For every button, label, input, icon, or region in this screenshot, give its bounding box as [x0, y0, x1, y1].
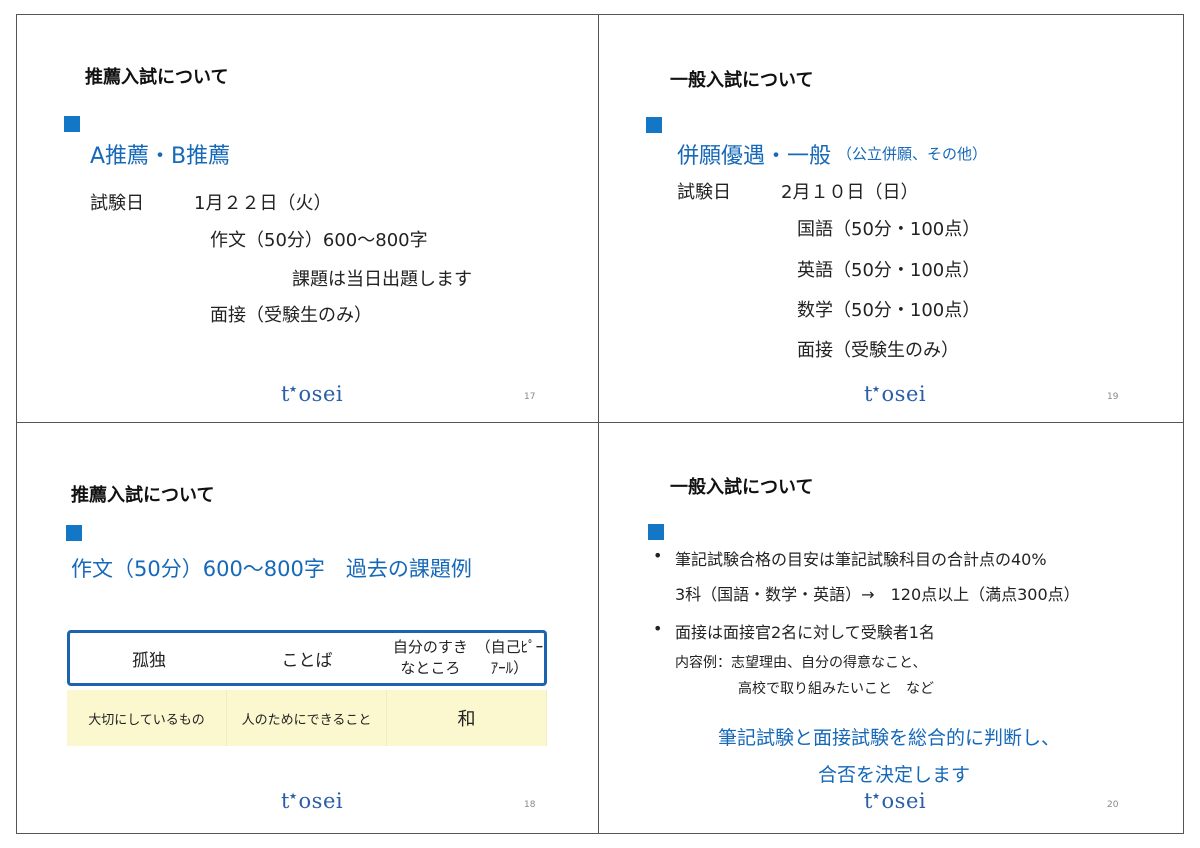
page-number: 17 [524, 392, 536, 402]
slide-20: 一般入試について • 筆記試験合格の目安は筆記試験科目の合計点の40% 3科（国… [599, 423, 1184, 834]
bullet-subtext: 3科（国語・数学・英語）→ 120点以上（満点300点） [675, 585, 1080, 604]
essay-note: 課題は当日出題します [292, 269, 472, 290]
tosei-logo: t★osei [281, 382, 344, 406]
topic-cell: ことば [281, 650, 333, 671]
subject-japanese: 国語（50分・100点） [797, 219, 981, 240]
exam-date-label: 試験日 [90, 193, 144, 214]
page-number: 19 [1107, 392, 1119, 402]
table-row: 大切にしているもの 人のためにできること 和 [67, 690, 547, 746]
content-example: 内容例：志望理由、自分の得意なこと、 [675, 655, 927, 671]
blue-square-marker [648, 524, 664, 540]
tosei-logo: t★osei [864, 382, 927, 406]
content-example-cont: 高校で取り組みたいこと など [738, 681, 934, 697]
bullet-text: 筆記試験合格の目安は筆記試験科目の合計点の40% [675, 550, 1047, 569]
bullet-dot: • [653, 619, 663, 638]
blue-square-marker [646, 117, 662, 133]
page-number: 18 [524, 800, 536, 810]
slide-heading: 作文（50分）600～800字 過去の課題例 [71, 557, 472, 581]
tosei-logo: t★osei [281, 789, 344, 813]
page-number: 20 [1107, 800, 1119, 810]
tosei-logo: t★osei [864, 789, 927, 813]
subject-english: 英語（50分・100点） [797, 260, 981, 281]
topic-cell-line: （自己ﾋﾟｰｱｰﾙ） [475, 638, 544, 677]
topic-cell: 人のためにできること [227, 690, 387, 746]
conclusion-line: 筆記試験と面接試験を総合的に判断し、 [718, 727, 1061, 749]
table-header-row: 孤独 ことば 自分のすきなところ （自己ﾋﾟｰｱｰﾙ） [67, 630, 547, 686]
topic-cell: 孤独 [132, 650, 166, 671]
subject-math: 数学（50分・100点） [797, 300, 981, 321]
slide-heading-sub: （公立併願、その他） [837, 145, 988, 163]
slide-18: 推薦入試について 作文（50分）600～800字 過去の課題例 孤独 ことば 自… [16, 423, 598, 834]
slide-heading: A推薦・B推薦 [90, 144, 231, 169]
exam-date-label: 試験日 [677, 182, 731, 203]
slide-heading: 併願優遇・一般 [677, 144, 832, 169]
blue-square-marker [66, 525, 82, 541]
bullet-text: 面接は面接官2名に対して受験者1名 [675, 623, 935, 642]
interview-info: 面接（受験生のみ） [210, 305, 372, 326]
blue-square-marker [64, 116, 80, 132]
topic-cell: 大切にしているもの [67, 690, 227, 746]
essay-info: 作文（50分）600～800字 [210, 230, 428, 251]
slide-title: 一般入試について [670, 477, 814, 498]
bullet-dot: • [653, 546, 663, 565]
topic-cell: 和 [387, 690, 547, 746]
interview-info: 面接（受験生のみ） [797, 340, 959, 361]
slide-19: 一般入試について 併願優遇・一般 （公立併願、その他） 試験日 2月１０日（日）… [599, 14, 1184, 422]
essay-topics-table: 孤独 ことば 自分のすきなところ （自己ﾋﾟｰｱｰﾙ） 大切にしているもの 人の… [67, 630, 547, 746]
slide-17: 推薦入試について A推薦・B推薦 試験日 1月２２日（火） 作文（50分）600… [16, 14, 598, 422]
slide-title: 一般入試について [670, 70, 814, 91]
exam-date: 2月１０日（日） [781, 182, 919, 203]
topic-cell-line: 自分のすきなところ [392, 638, 468, 677]
exam-date: 1月２２日（火） [194, 193, 332, 214]
topic-cell: 自分のすきなところ （自己ﾋﾟｰｱｰﾙ） [386, 633, 544, 683]
conclusion-line: 合否を決定します [818, 764, 971, 786]
slide-title: 推薦入試について [71, 485, 215, 506]
slide-title: 推薦入試について [85, 67, 229, 88]
